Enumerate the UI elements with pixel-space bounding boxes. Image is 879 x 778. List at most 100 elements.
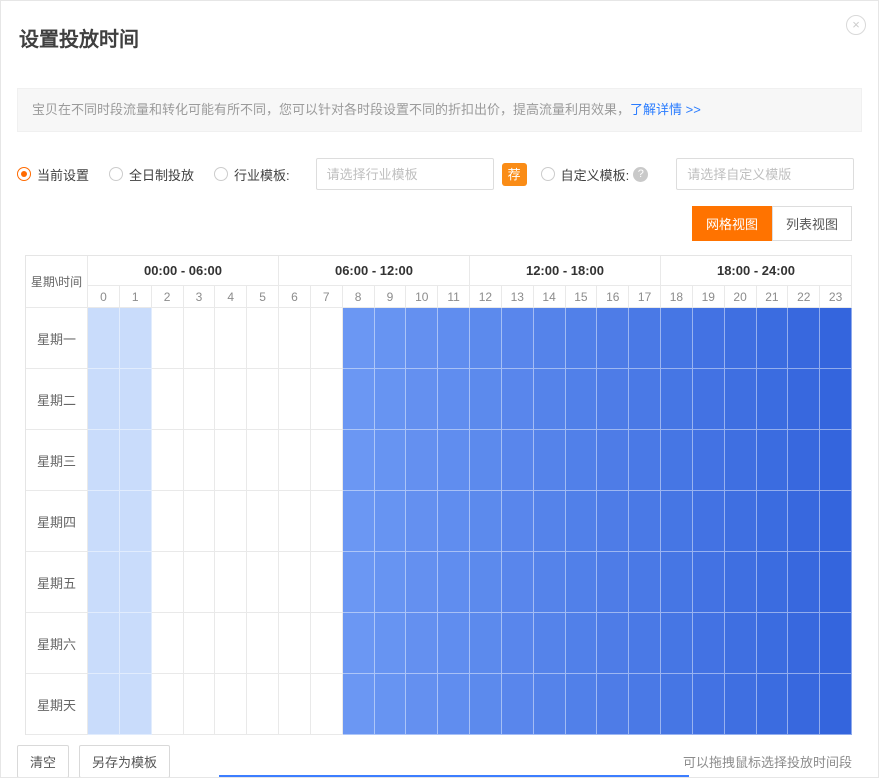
grid-cell[interactable] <box>88 613 120 674</box>
grid-cell[interactable] <box>375 491 407 552</box>
close-icon[interactable]: × <box>846 15 866 35</box>
grid-cell[interactable] <box>725 369 757 430</box>
grid-cell[interactable] <box>725 552 757 613</box>
grid-cell[interactable] <box>757 552 789 613</box>
grid-cell[interactable] <box>311 491 343 552</box>
grid-cell[interactable] <box>820 430 852 491</box>
grid-cell[interactable] <box>152 369 184 430</box>
grid-cell[interactable] <box>597 491 629 552</box>
grid-cell[interactable] <box>757 613 789 674</box>
grid-cell[interactable] <box>406 613 438 674</box>
grid-cell[interactable] <box>629 613 661 674</box>
grid-cell[interactable] <box>502 552 534 613</box>
custom-template-input[interactable] <box>676 158 854 190</box>
grid-cell[interactable] <box>279 613 311 674</box>
grid-cell[interactable] <box>470 430 502 491</box>
grid-cell[interactable] <box>534 491 566 552</box>
grid-cell[interactable] <box>534 613 566 674</box>
grid-cell[interactable] <box>757 674 789 735</box>
grid-cell[interactable] <box>343 491 375 552</box>
radio-full-day[interactable]: 全日制投放 <box>109 165 194 184</box>
grid-cell[interactable] <box>629 369 661 430</box>
grid-cell[interactable] <box>375 674 407 735</box>
grid-cell[interactable] <box>406 674 438 735</box>
grid-cell[interactable] <box>661 491 693 552</box>
grid-cell[interactable] <box>311 369 343 430</box>
grid-cell[interactable] <box>661 552 693 613</box>
grid-cell[interactable] <box>215 613 247 674</box>
grid-cell[interactable] <box>725 674 757 735</box>
grid-cell[interactable] <box>534 308 566 369</box>
grid-cell[interactable] <box>502 430 534 491</box>
grid-cell[interactable] <box>566 308 598 369</box>
grid-cell[interactable] <box>88 491 120 552</box>
help-icon[interactable]: ? <box>633 167 648 182</box>
grid-cell[interactable] <box>184 308 216 369</box>
grid-cell[interactable] <box>375 369 407 430</box>
grid-cell[interactable] <box>788 552 820 613</box>
grid-cell[interactable] <box>88 674 120 735</box>
grid-cell[interactable] <box>470 491 502 552</box>
grid-cell[interactable] <box>757 369 789 430</box>
radio-current-setting[interactable]: 当前设置 <box>17 165 89 184</box>
grid-cell[interactable] <box>629 430 661 491</box>
grid-cell[interactable] <box>788 613 820 674</box>
grid-cell[interactable] <box>693 430 725 491</box>
grid-cell[interactable] <box>215 552 247 613</box>
grid-cell[interactable] <box>375 552 407 613</box>
grid-cell[interactable] <box>215 430 247 491</box>
grid-cell[interactable] <box>184 430 216 491</box>
grid-cell[interactable] <box>661 613 693 674</box>
grid-cell[interactable] <box>406 430 438 491</box>
grid-cell[interactable] <box>152 430 184 491</box>
grid-cell[interactable] <box>247 430 279 491</box>
grid-cell[interactable] <box>279 552 311 613</box>
grid-cell[interactable] <box>343 308 375 369</box>
grid-cell[interactable] <box>470 308 502 369</box>
grid-cell[interactable] <box>120 430 152 491</box>
grid-cell[interactable] <box>597 369 629 430</box>
grid-cell[interactable] <box>534 369 566 430</box>
grid-cell[interactable] <box>184 491 216 552</box>
grid-cell[interactable] <box>438 430 470 491</box>
clear-button[interactable]: 清空 <box>17 745 69 778</box>
grid-cell[interactable] <box>438 491 470 552</box>
grid-cell[interactable] <box>311 552 343 613</box>
grid-cell[interactable] <box>470 552 502 613</box>
grid-cell[interactable] <box>120 308 152 369</box>
grid-cell[interactable] <box>406 491 438 552</box>
grid-cell[interactable] <box>820 491 852 552</box>
radio-industry-template[interactable]: 行业模板: <box>214 165 290 184</box>
grid-cell[interactable] <box>184 369 216 430</box>
grid-cell[interactable] <box>184 613 216 674</box>
grid-cell[interactable] <box>725 491 757 552</box>
grid-cell[interactable] <box>88 308 120 369</box>
grid-cell[interactable] <box>406 552 438 613</box>
grid-cell[interactable] <box>820 369 852 430</box>
grid-cell[interactable] <box>693 369 725 430</box>
grid-cell[interactable] <box>502 308 534 369</box>
grid-cell[interactable] <box>788 674 820 735</box>
grid-cell[interactable] <box>693 308 725 369</box>
grid-cell[interactable] <box>597 613 629 674</box>
grid-cell[interactable] <box>120 369 152 430</box>
grid-cell[interactable] <box>470 613 502 674</box>
grid-cell[interactable] <box>725 308 757 369</box>
grid-cell[interactable] <box>247 308 279 369</box>
grid-cell[interactable] <box>502 613 534 674</box>
grid-cell[interactable] <box>470 674 502 735</box>
grid-cell[interactable] <box>757 491 789 552</box>
grid-cell[interactable] <box>438 308 470 369</box>
grid-cell[interactable] <box>502 491 534 552</box>
industry-template-input[interactable] <box>316 158 494 190</box>
grid-cell[interactable] <box>820 613 852 674</box>
grid-cell[interactable] <box>534 674 566 735</box>
grid-cell[interactable] <box>152 552 184 613</box>
grid-cell[interactable] <box>343 430 375 491</box>
grid-cell[interactable] <box>597 430 629 491</box>
grid-cell[interactable] <box>311 308 343 369</box>
grid-cell[interactable] <box>788 491 820 552</box>
grid-cell[interactable] <box>566 674 598 735</box>
grid-cell[interactable] <box>693 491 725 552</box>
grid-cell[interactable] <box>438 369 470 430</box>
